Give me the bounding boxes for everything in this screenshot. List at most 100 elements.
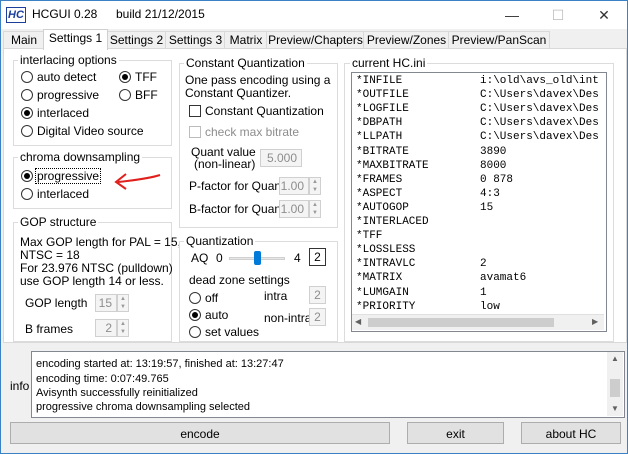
bff-radio[interactable] [119,89,131,101]
aq-slider-thumb[interactable] [254,251,261,265]
aq-value-box: 2 [309,248,326,266]
check-max-bitrate-checkbox[interactable] [189,126,201,138]
p-factor-input[interactable]: 1.00 [279,177,309,195]
tab-main[interactable]: Main [3,31,45,49]
ini-value: avamat6 [480,272,527,285]
ini-value: C:\Users\davex\Des [480,103,599,116]
gop-structure-title: GOP structure [18,215,99,229]
aq-slider[interactable] [229,251,285,267]
constant-quantization-checkbox[interactable] [189,105,201,117]
ini-key: *BITRATE [356,145,409,158]
auto-detect-radio[interactable] [21,71,33,83]
ini-key: *INTRAVLC [356,258,416,271]
chroma-progressive-radio[interactable] [21,170,33,182]
gop-info-line-2: NTSC = 18 [20,248,80,262]
dead-zone-auto-label: auto [205,308,229,322]
interlaced-radio[interactable] [21,107,33,119]
dead-zone-auto-radio[interactable] [189,309,201,321]
ini-key: *LUMGAIN [356,286,409,299]
constant-quantization-label: Constant Quantization [205,104,324,118]
ini-value: low [480,300,500,313]
gop-info-line-4: use GOP length 14 or less. [20,274,164,288]
ini-key: *OUTFILE [356,89,409,102]
maximize-button[interactable]: ☐ [535,1,581,29]
scroll-down-icon[interactable]: ▼ [611,404,619,413]
ini-value: i:\old\avs_old\int [480,75,599,87]
dead-zone-title: dead zone settings [189,273,290,287]
chroma-progressive-label: progressive [35,168,102,184]
tab-matrix[interactable]: Matrix [224,31,268,49]
auto-detect-label: auto detect [37,70,97,84]
tab-preview-zones[interactable]: Preview/Zones [363,31,450,49]
app-logo-icon: HC [6,7,26,23]
tab-preview-panscan[interactable]: Preview/PanScan [448,31,550,49]
gop-length-input[interactable]: 15 [95,294,117,312]
check-max-bitrate-label: check max bitrate [205,125,300,139]
scroll-right-icon[interactable]: ▶ [592,317,598,326]
tab-preview-chapters[interactable]: Preview/Chapters [266,31,365,49]
intra-label: intra [264,289,288,303]
ini-value: 0 878 [480,173,514,186]
build-label: build 21/12/2015 [116,7,205,21]
p-factor-spinner[interactable]: ▲ ▼ [309,177,321,195]
close-button[interactable]: ✕ [581,1,627,29]
b-frames-spinner[interactable]: ▲ ▼ [117,319,129,337]
scroll-left-icon[interactable]: ◀ [355,317,361,326]
ini-key: *INTERLACED [356,216,429,228]
aq-max-label: 4 [294,251,301,265]
ini-key: *LOGFILE [356,103,409,116]
dead-zone-off-label: off [205,291,219,305]
info-log-scrollbar-thumb[interactable] [610,379,620,397]
log-line: encoding started at: 13:19:57, finished … [36,358,284,370]
ini-value: 1 [480,286,487,299]
digital-video-source-radio[interactable] [21,125,33,137]
about-hc-button[interactable]: about HC [521,422,621,444]
tab-settings-3[interactable]: Settings 3 [165,31,226,49]
b-factor-spinner[interactable]: ▲ ▼ [309,200,321,218]
constant-quantization-title: Constant Quantization [184,56,307,70]
quantization-title: Quantization [184,234,256,248]
intra-value-box[interactable]: 2 [309,286,326,304]
chroma-downsampling-title: chroma downsampling [18,150,143,164]
gop-length-label: GOP length [25,296,88,310]
ini-key: *PRIORITY [356,300,416,313]
quant-value-sublabel: (non-linear) [194,157,256,171]
ini-value: C:\Users\davex\Des [480,117,599,130]
dead-zone-set-values-label: set values [205,325,260,339]
log-line: encoding time: 0:07:49.765 [36,373,169,385]
progressive-radio[interactable] [21,89,33,101]
hc-ini-listbox[interactable]: *INFILE i:\old\avs_old\int *OUTFILE C:\User… [351,72,607,332]
log-line: progressive chroma downsampling selected [36,401,250,413]
log-line: Avisynth successfully reinitialized [36,387,198,399]
cq-desc-line-2: Constant Quantizer. [185,86,292,100]
info-log[interactable]: encoding started at: 13:19:57, finished … [31,351,625,418]
tab-settings-2[interactable]: Settings 2 [106,31,167,49]
b-frames-input[interactable]: 2 [95,319,117,337]
non-intra-value-box[interactable]: 2 [309,308,326,326]
minimize-button[interactable]: — [489,1,535,29]
aq-label: AQ [191,251,209,265]
b-factor-input[interactable]: 1.00 [279,200,309,218]
hc-ini-scrollbar-thumb[interactable] [368,318,554,327]
chroma-interlaced-radio[interactable] [21,188,33,200]
dead-zone-set-values-radio[interactable] [189,326,201,338]
hc-ini-horizontal-scrollbar[interactable]: ◀ ▶ [352,314,604,330]
gop-length-spinner[interactable]: ▲ ▼ [117,294,129,312]
scroll-up-icon[interactable]: ▲ [611,354,619,363]
aq-min-label: 0 [216,251,223,265]
tff-label: TFF [135,70,157,84]
quant-value-input[interactable]: 5.000 [260,149,302,167]
chroma-interlaced-label: interlaced [37,187,90,201]
dead-zone-off-radio[interactable] [189,292,201,304]
non-intra-label: non-intra [264,311,312,325]
ini-value: 15 [480,201,494,214]
interlacing-options-title: interlacing options [18,53,119,67]
ini-value: 2 [480,258,487,271]
info-log-scrollbar[interactable]: ▲ ▼ [607,352,623,416]
tab-settings-1[interactable]: Settings 1 [43,29,108,50]
tff-radio[interactable] [119,71,131,83]
ini-value: 8000 [480,159,507,172]
exit-button[interactable]: exit [407,422,504,444]
cq-desc-line-1: One pass encoding using a [185,73,331,87]
encode-button[interactable]: encode [10,422,390,444]
